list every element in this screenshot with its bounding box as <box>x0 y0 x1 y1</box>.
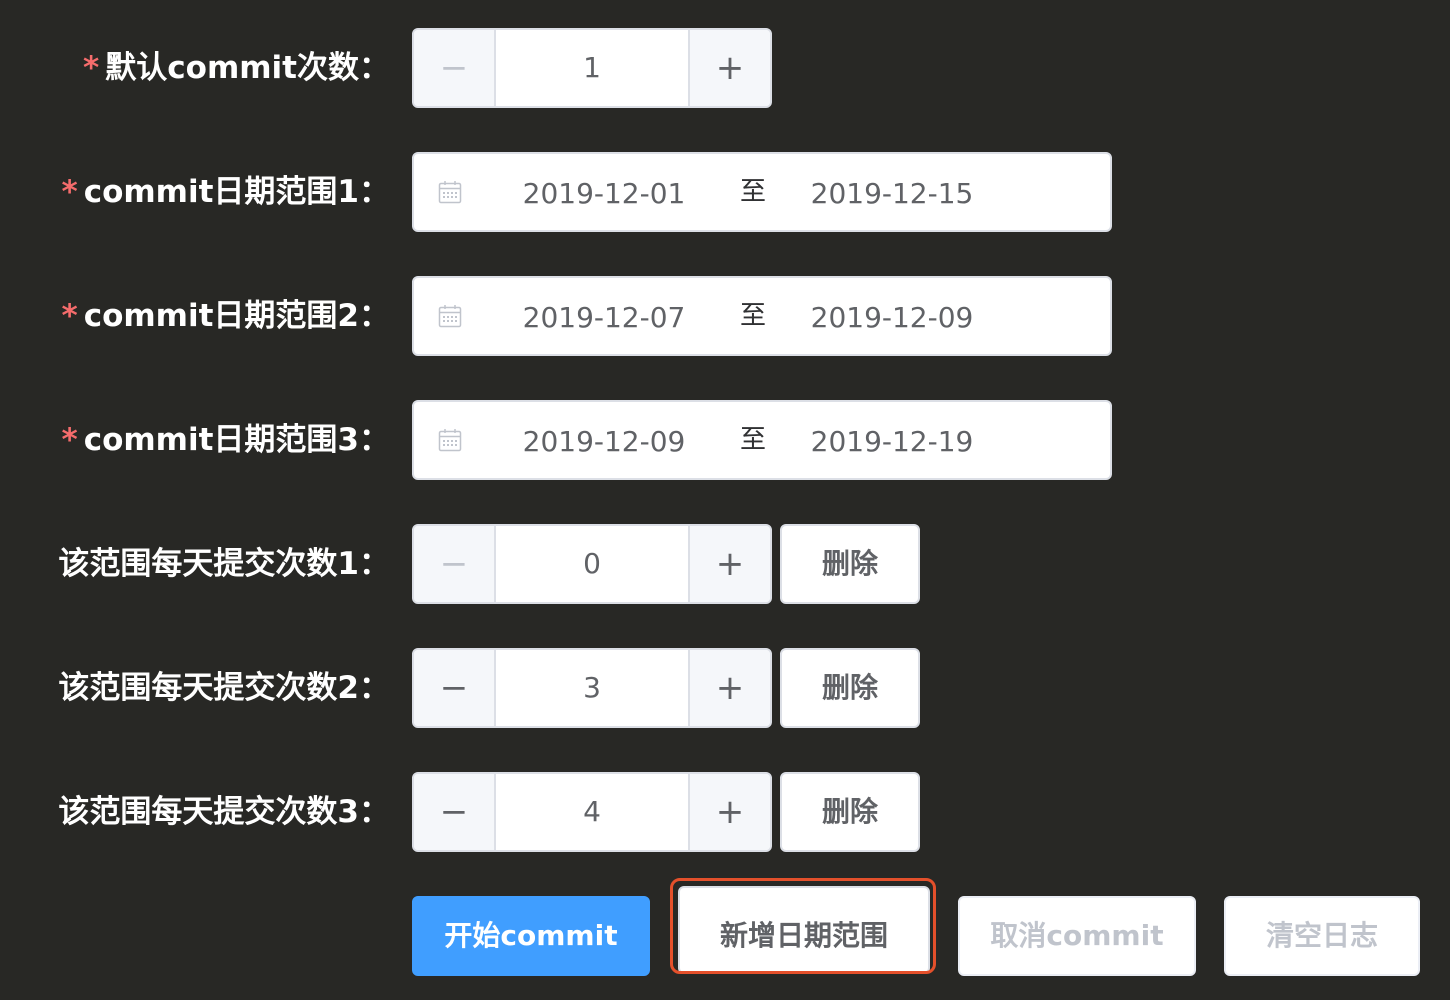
date-range-label-text: commit日期范围1： <box>83 174 390 210</box>
plus-icon: + <box>715 792 745 832</box>
range-end-date[interactable]: 2019-12-15 <box>772 154 1012 230</box>
minus-icon: − <box>439 668 469 708</box>
range-start-date[interactable]: 2019-12-07 <box>484 278 724 354</box>
delete-range-button-1[interactable]: 删除 <box>780 524 920 604</box>
daily-count-stepper-1: − 0 + <box>412 524 772 604</box>
range-start-date[interactable]: 2019-12-09 <box>484 402 724 478</box>
start-commit-button[interactable]: 开始commit <box>412 896 650 976</box>
range-end-date[interactable]: 2019-12-19 <box>772 402 1012 478</box>
calendar-icon <box>438 305 462 328</box>
date-range-picker-3[interactable]: 2019-12-09 至 2019-12-19 <box>412 400 1112 480</box>
required-mark: * <box>61 174 78 210</box>
calendar-icon <box>438 181 462 204</box>
decrease-button[interactable]: − <box>414 30 496 106</box>
default-commit-count-label-text: 默认commit次数： <box>105 50 390 86</box>
increase-button[interactable]: + <box>688 526 770 602</box>
increase-button[interactable]: + <box>688 774 770 850</box>
daily-count-input[interactable]: 3 <box>496 650 688 726</box>
plus-icon: + <box>715 48 745 88</box>
clear-log-button[interactable]: 清空日志 <box>1224 896 1420 976</box>
date-range-picker-2[interactable]: 2019-12-07 至 2019-12-09 <box>412 276 1112 356</box>
date-range-label-1: * commit日期范围1： <box>61 152 390 232</box>
minus-icon: − <box>439 544 469 584</box>
range-separator: 至 <box>739 177 766 207</box>
date-range-label-2: * commit日期范围2： <box>61 276 390 356</box>
date-range-picker-1[interactable]: 2019-12-01 至 2019-12-15 <box>412 152 1112 232</box>
plus-icon: + <box>715 544 745 584</box>
increase-button[interactable]: + <box>688 650 770 726</box>
default-commit-count-label: * 默认commit次数： <box>83 28 390 108</box>
required-mark: * <box>61 298 78 334</box>
default-commit-count-input[interactable]: 1 <box>496 30 688 106</box>
cancel-commit-button[interactable]: 取消commit <box>958 896 1196 976</box>
delete-range-button-2[interactable]: 删除 <box>780 648 920 728</box>
required-mark: * <box>83 50 100 86</box>
plus-icon: + <box>715 668 745 708</box>
minus-icon: − <box>439 48 469 88</box>
daily-count-stepper-2: − 3 + <box>412 648 772 728</box>
required-mark: * <box>61 422 78 458</box>
decrease-button[interactable]: − <box>414 650 496 726</box>
daily-count-input[interactable]: 0 <box>496 526 688 602</box>
daily-count-label-3: 该范围每天提交次数3： <box>58 794 390 830</box>
decrease-button[interactable]: − <box>414 774 496 850</box>
range-end-date[interactable]: 2019-12-09 <box>772 278 1012 354</box>
increase-button[interactable]: + <box>688 30 770 106</box>
daily-count-stepper-3: − 4 + <box>412 772 772 852</box>
range-separator: 至 <box>739 301 766 331</box>
date-range-label-text: commit日期范围3： <box>83 422 390 458</box>
calendar-icon <box>438 429 462 452</box>
daily-count-input[interactable]: 4 <box>496 774 688 850</box>
date-range-label-3: * commit日期范围3： <box>61 400 390 480</box>
default-commit-count-stepper: − 1 + <box>412 28 772 108</box>
daily-count-label-2: 该范围每天提交次数2： <box>58 670 390 706</box>
date-range-label-text: commit日期范围2： <box>83 298 390 334</box>
delete-range-button-3[interactable]: 删除 <box>780 772 920 852</box>
range-start-date[interactable]: 2019-12-01 <box>484 154 724 230</box>
decrease-button[interactable]: − <box>414 526 496 602</box>
add-date-range-button[interactable]: 新增日期范围 <box>678 886 930 974</box>
minus-icon: − <box>439 792 469 832</box>
daily-count-label-1: 该范围每天提交次数1： <box>58 546 390 582</box>
range-separator: 至 <box>739 425 766 455</box>
